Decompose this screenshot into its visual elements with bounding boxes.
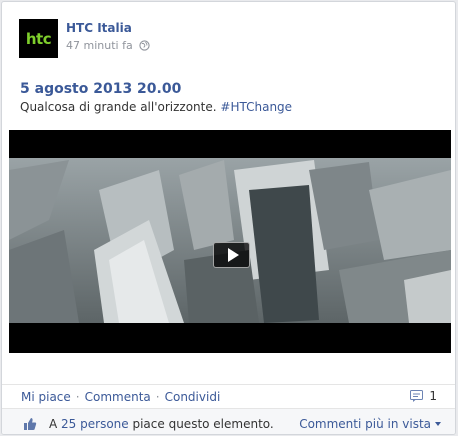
likes-prefix: A: [49, 417, 58, 431]
comment-bubble-icon: [410, 390, 424, 402]
share-link[interactable]: Condividi: [165, 390, 221, 404]
likes-suffix: piace questo elemento.: [132, 417, 274, 431]
avatar-logo-text: htc: [25, 29, 52, 48]
top-comments-dropdown[interactable]: Commenti più in vista: [299, 417, 441, 431]
caret-down-icon: [435, 422, 441, 426]
comment-count-value: 1: [429, 389, 437, 403]
globe-icon[interactable]: [139, 40, 150, 51]
play-button[interactable]: [213, 242, 250, 268]
like-link[interactable]: Mi piace: [21, 390, 71, 404]
thumbs-up-icon: [24, 418, 37, 430]
video-player[interactable]: [9, 130, 451, 353]
post-actions: Mi piace · Commenta · Condividi 1: [2, 384, 455, 408]
post-card: htc HTC Italia 47 minuti fa 5 agosto 201…: [1, 1, 456, 435]
comment-link[interactable]: Commenta: [85, 390, 151, 404]
post-timestamp[interactable]: 47 minuti fa: [66, 39, 133, 52]
page-name-link[interactable]: HTC Italia: [66, 21, 132, 35]
hashtag-link[interactable]: #HTChange: [220, 100, 292, 114]
action-separator: ·: [155, 389, 160, 404]
post-title: 5 agosto 2013 20.00: [20, 81, 182, 97]
comment-count[interactable]: 1: [410, 389, 437, 403]
post-text: Qualcosa di grande all'orizzonte. #HTCha…: [20, 100, 292, 114]
likes-people-link[interactable]: 25 persone: [61, 417, 129, 431]
likes-bar: A 25 persone piace questo elemento. Comm…: [2, 408, 455, 434]
action-separator: ·: [75, 389, 80, 404]
likes-summary: A 25 persone piace questo elemento.: [49, 417, 274, 431]
post-message: Qualcosa di grande all'orizzonte.: [20, 100, 217, 114]
play-icon: [227, 248, 239, 262]
page-avatar[interactable]: htc: [19, 19, 58, 58]
post-meta: 47 minuti fa: [66, 39, 150, 52]
top-comments-label: Commenti più in vista: [299, 417, 431, 431]
post-header: htc HTC Italia 47 minuti fa: [19, 18, 439, 58]
